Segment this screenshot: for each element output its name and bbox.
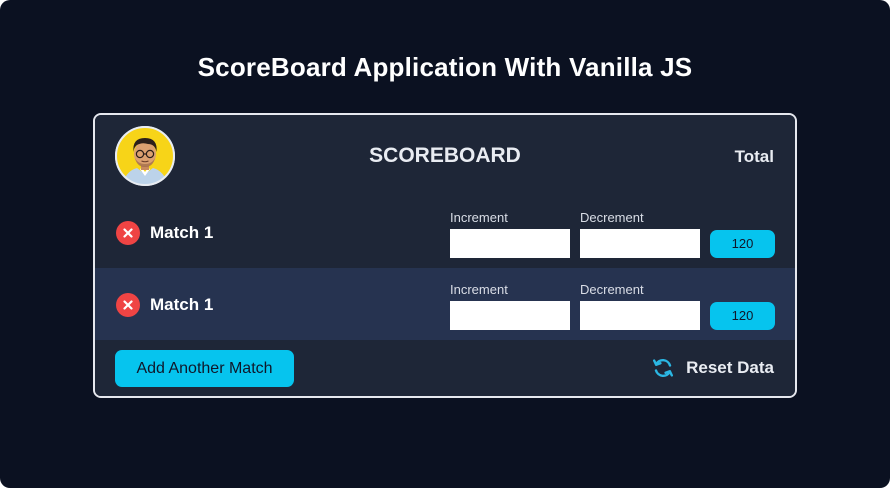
match-name: Match 1 xyxy=(150,223,214,242)
increment-input[interactable] xyxy=(450,229,570,258)
scoreboard-header: SCOREBOARD Total xyxy=(95,115,795,196)
decrement-label: Decrement xyxy=(580,210,644,225)
close-icon xyxy=(123,300,133,310)
delete-match-button[interactable] xyxy=(116,221,140,245)
total-column-label: Total xyxy=(734,147,774,166)
match-total-badge: 120 xyxy=(710,230,775,258)
decrement-label: Decrement xyxy=(580,282,644,297)
add-match-button[interactable]: Add Another Match xyxy=(115,350,294,387)
increment-label: Increment xyxy=(450,210,508,225)
close-icon xyxy=(123,228,133,238)
increment-input[interactable] xyxy=(450,301,570,330)
reset-data-label: Reset Data xyxy=(686,358,774,377)
scoreboard-card: SCOREBOARD Total Match 1 Increment Decre… xyxy=(93,113,797,398)
decrement-input[interactable] xyxy=(580,229,700,258)
page-title: ScoreBoard Application With Vanilla JS xyxy=(197,52,693,82)
refresh-icon xyxy=(653,359,674,377)
match-total-badge: 120 xyxy=(710,302,775,330)
decrement-input[interactable] xyxy=(580,301,700,330)
scoreboard-footer: Add Another Match Reset Data xyxy=(95,340,795,396)
match-row: Match 1 Increment Decrement 120 xyxy=(95,196,795,268)
match-row: Match 1 Increment Decrement 120 xyxy=(95,268,795,340)
increment-label: Increment xyxy=(450,282,508,297)
scoreboard-title: SCOREBOARD xyxy=(369,144,521,167)
reset-data-button[interactable]: Reset Data xyxy=(651,355,774,381)
delete-match-button[interactable] xyxy=(116,293,140,317)
match-name: Match 1 xyxy=(150,295,214,314)
page: ScoreBoard Application With Vanilla JS S… xyxy=(0,0,890,488)
